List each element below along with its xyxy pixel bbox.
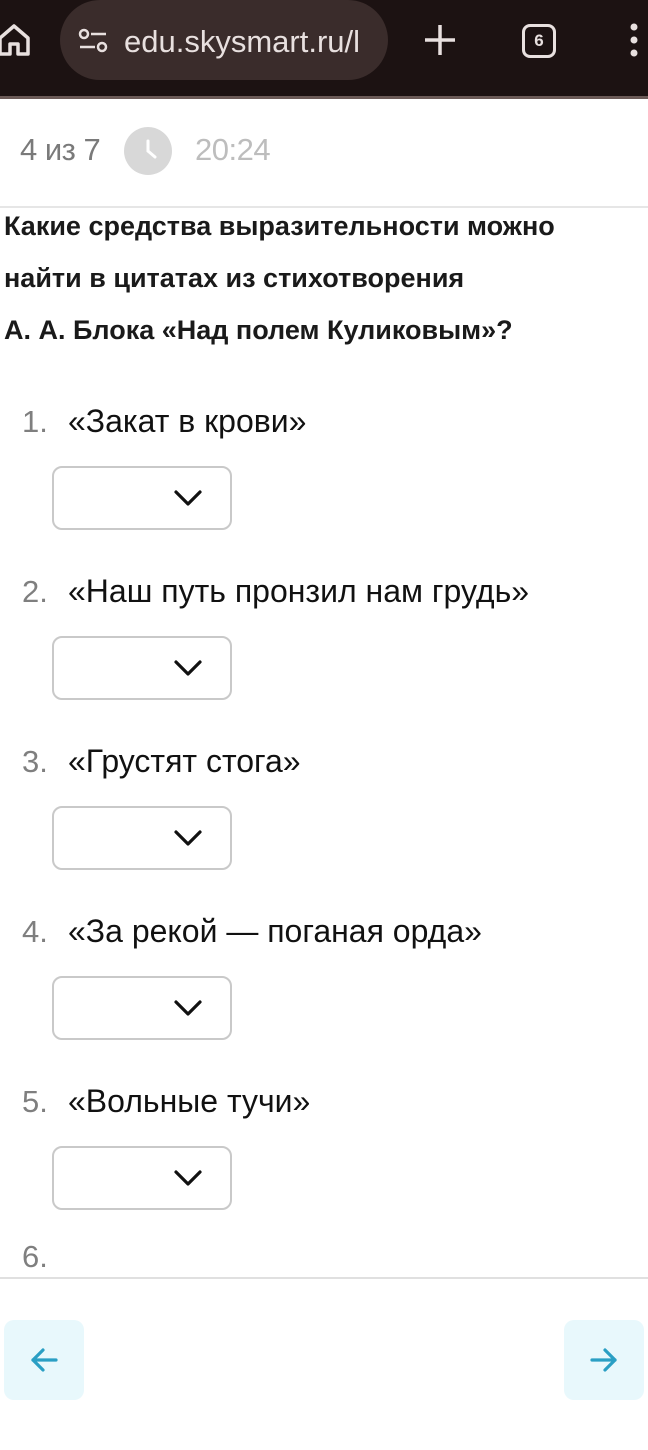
clock-icon — [124, 127, 172, 175]
answer-select-1[interactable] — [52, 466, 232, 530]
chevron-down-icon — [174, 830, 202, 846]
item-number: 6. — [22, 1239, 48, 1274]
arrow-left-icon — [31, 1348, 58, 1372]
chevron-down-icon — [174, 660, 202, 676]
question-line: найти в цитатах из стихотворения — [4, 263, 465, 293]
item-number: 5. — [22, 1084, 48, 1119]
next-button[interactable] — [564, 1320, 644, 1400]
item-number: 2. — [22, 574, 48, 609]
item-quote: «За рекой — поганая орда» — [68, 913, 482, 949]
prev-button[interactable] — [4, 1320, 84, 1400]
arrow-right-icon — [590, 1348, 617, 1372]
question-text: Какие средства выразительности можно най… — [4, 200, 644, 356]
home-icon[interactable] — [0, 20, 34, 60]
site-settings-icon[interactable] — [78, 26, 108, 56]
item-quote: «Грустят стога» — [68, 743, 301, 779]
url-text[interactable]: edu.skysmart.ru/l — [124, 22, 380, 62]
tab-count-button[interactable]: 6 — [522, 24, 556, 58]
footer-divider — [0, 1277, 648, 1279]
question-line: А. А. Блока «Над полем Куликовым»? — [4, 315, 513, 345]
question-line: Какие средства выразительности можно — [4, 211, 555, 241]
item-number: 1. — [22, 404, 48, 439]
item-quote: «Наш путь пронзил нам грудь» — [68, 573, 530, 609]
answer-select-4[interactable] — [52, 976, 232, 1040]
item-number: 3. — [22, 744, 48, 779]
item-quote: «Вольные тучи» — [68, 1083, 311, 1119]
item-number: 4. — [22, 914, 48, 949]
plus-icon[interactable] — [420, 20, 460, 60]
timer: 20:24 — [195, 132, 271, 167]
answer-select-2[interactable] — [52, 636, 232, 700]
chevron-down-icon — [174, 490, 202, 506]
more-vertical-icon[interactable] — [620, 20, 648, 60]
answer-select-5[interactable] — [52, 1146, 232, 1210]
question-counter: 4 из 7 — [20, 132, 101, 167]
chevron-down-icon — [174, 1000, 202, 1016]
toolbar-divider — [0, 96, 648, 99]
answer-select-3[interactable] — [52, 806, 232, 870]
item-quote: «Закат в крови» — [68, 403, 307, 439]
chevron-down-icon — [174, 1170, 202, 1186]
